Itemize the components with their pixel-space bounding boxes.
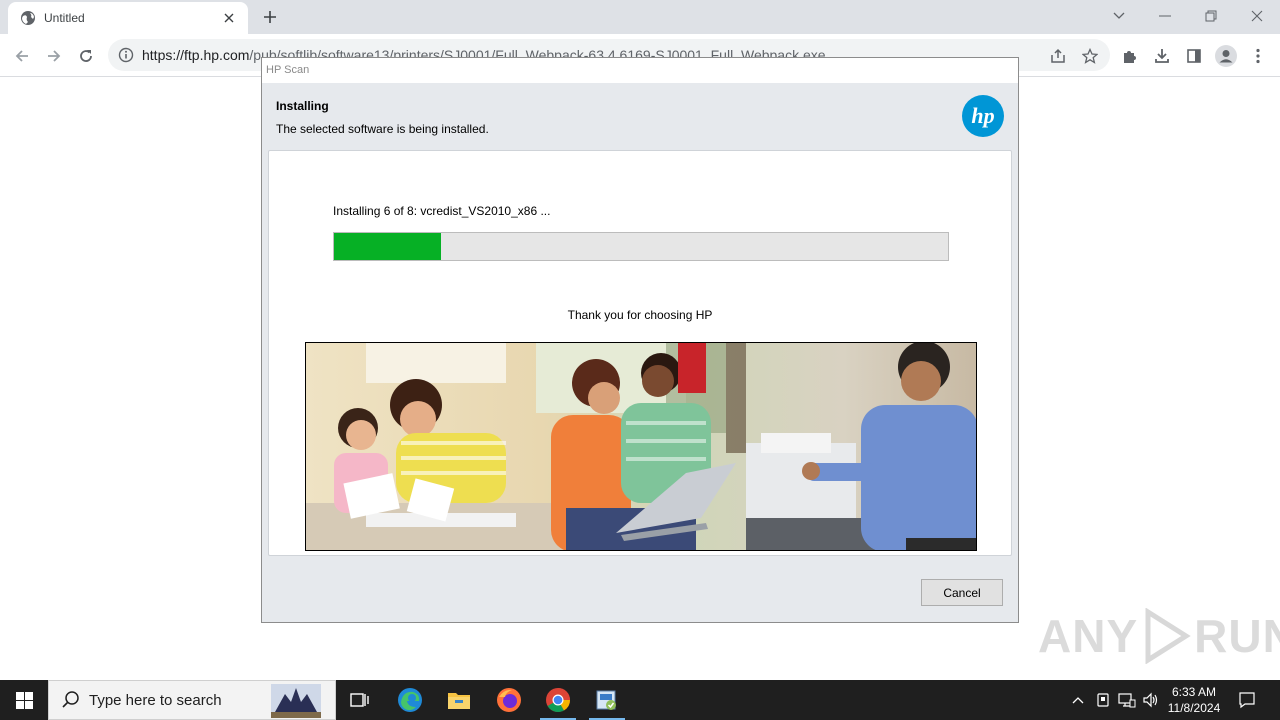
bookmark-button[interactable] bbox=[1076, 42, 1104, 70]
search-icon bbox=[62, 691, 79, 708]
side-panel-button[interactable] bbox=[1180, 42, 1208, 70]
watermark-left-text: ANY bbox=[1038, 610, 1139, 662]
taskbar-file-explorer[interactable] bbox=[435, 680, 483, 720]
start-button[interactable] bbox=[0, 680, 48, 720]
close-icon bbox=[1251, 10, 1263, 22]
new-tab-button[interactable] bbox=[258, 7, 282, 27]
taskbar-chrome[interactable] bbox=[534, 680, 582, 720]
chevron-up-icon bbox=[1072, 697, 1084, 704]
clock-time: 6:33 AM bbox=[1171, 685, 1217, 699]
notification-center-button[interactable] bbox=[1234, 688, 1260, 712]
minimize-button[interactable] bbox=[1142, 0, 1188, 32]
taskbar-clock[interactable]: 6:33 AM 11/8/2024 bbox=[1164, 684, 1224, 716]
globe-icon bbox=[21, 11, 35, 25]
play-logo-icon bbox=[1145, 608, 1191, 664]
close-window-button[interactable] bbox=[1234, 0, 1280, 32]
share-button[interactable] bbox=[1044, 42, 1072, 70]
volume-button[interactable] bbox=[1141, 690, 1161, 710]
info-icon[interactable] bbox=[118, 47, 134, 63]
cancel-button[interactable]: Cancel bbox=[921, 579, 1003, 606]
profile-button[interactable] bbox=[1212, 42, 1240, 70]
dialog-titlebar[interactable]: HP Scan bbox=[262, 58, 1018, 83]
install-progress-fill bbox=[334, 233, 442, 260]
extensions-button[interactable] bbox=[1116, 42, 1144, 70]
taskbar-installer[interactable] bbox=[583, 680, 631, 720]
hp-installer-dialog: HP Scan Installing The selected software… bbox=[261, 57, 1019, 623]
promo-photo bbox=[306, 343, 976, 550]
dialog-heading: Installing bbox=[276, 99, 329, 113]
search-placeholder: Type here to search bbox=[89, 691, 222, 709]
chevron-down-icon bbox=[1113, 12, 1125, 19]
star-icon bbox=[1082, 48, 1098, 64]
restore-icon bbox=[1205, 10, 1217, 22]
browser-tab-strip: Untitled bbox=[0, 0, 1280, 34]
tray-device-button[interactable] bbox=[1093, 690, 1113, 710]
reload-button[interactable] bbox=[72, 42, 100, 70]
plus-icon bbox=[264, 11, 276, 23]
tab-search-button[interactable] bbox=[1096, 0, 1142, 32]
dialog-window-title: HP Scan bbox=[266, 64, 310, 76]
reload-icon bbox=[80, 50, 92, 62]
windows-taskbar: Type here to search 6:33 AM 11/8/2024 bbox=[0, 680, 1280, 720]
arrow-left-icon bbox=[15, 50, 28, 62]
taskbar-search-box[interactable]: Type here to search bbox=[48, 680, 336, 720]
restore-button[interactable] bbox=[1188, 0, 1234, 32]
network-icon bbox=[1118, 693, 1136, 708]
anyrun-watermark: ANY RUN bbox=[1038, 608, 1280, 664]
share-icon bbox=[1051, 48, 1065, 63]
install-status-text: Installing 6 of 8: vcredist_VS2010_x86 .… bbox=[333, 204, 551, 218]
task-view-button[interactable] bbox=[336, 680, 384, 720]
install-panel: Installing 6 of 8: vcredist_VS2010_x86 .… bbox=[268, 150, 1012, 556]
installer-icon bbox=[596, 690, 616, 710]
arrow-right-icon bbox=[48, 50, 61, 62]
edge-icon bbox=[398, 688, 422, 712]
chrome-icon bbox=[546, 688, 570, 713]
speaker-icon bbox=[1143, 692, 1158, 708]
device-icon bbox=[1097, 693, 1109, 707]
hp-logo-text: hp bbox=[971, 103, 994, 128]
side-panel-icon bbox=[1187, 49, 1201, 63]
kebab-menu-icon bbox=[1256, 48, 1260, 64]
forward-button[interactable] bbox=[40, 42, 68, 70]
taskbar-edge[interactable] bbox=[386, 680, 434, 720]
network-button[interactable] bbox=[1117, 690, 1137, 710]
taskbar-firefox[interactable] bbox=[485, 680, 533, 720]
thanks-text: Thank you for choosing HP bbox=[567, 308, 713, 322]
puzzle-icon bbox=[1124, 51, 1136, 63]
downloads-button[interactable] bbox=[1148, 42, 1176, 70]
menu-button[interactable] bbox=[1244, 42, 1272, 70]
firefox-icon bbox=[497, 688, 521, 712]
install-progress-bar bbox=[333, 232, 949, 261]
show-hidden-icons-button[interactable] bbox=[1068, 690, 1088, 710]
avatar-icon bbox=[1215, 45, 1237, 67]
file-explorer-icon bbox=[448, 693, 470, 709]
minimize-icon bbox=[1159, 15, 1171, 17]
promo-banner-image bbox=[305, 342, 977, 551]
download-icon bbox=[1155, 49, 1169, 63]
url-host: https://ftp.hp.com bbox=[142, 47, 250, 63]
search-highlight-image bbox=[271, 684, 321, 718]
back-button[interactable] bbox=[8, 42, 36, 70]
task-view-icon bbox=[350, 693, 369, 707]
tab-title: Untitled bbox=[44, 11, 85, 25]
browser-tab[interactable]: Untitled bbox=[8, 2, 248, 34]
hp-logo-icon: hp bbox=[962, 95, 1004, 137]
watermark-right-text: RUN bbox=[1194, 610, 1280, 662]
clock-date: 11/8/2024 bbox=[1167, 701, 1221, 715]
close-tab-icon[interactable] bbox=[220, 9, 238, 27]
dialog-subheading: The selected software is being installed… bbox=[276, 122, 489, 136]
notification-icon bbox=[1239, 692, 1255, 709]
dialog-header: Installing The selected software is bein… bbox=[276, 99, 489, 136]
windows-start-icon bbox=[15, 691, 33, 709]
